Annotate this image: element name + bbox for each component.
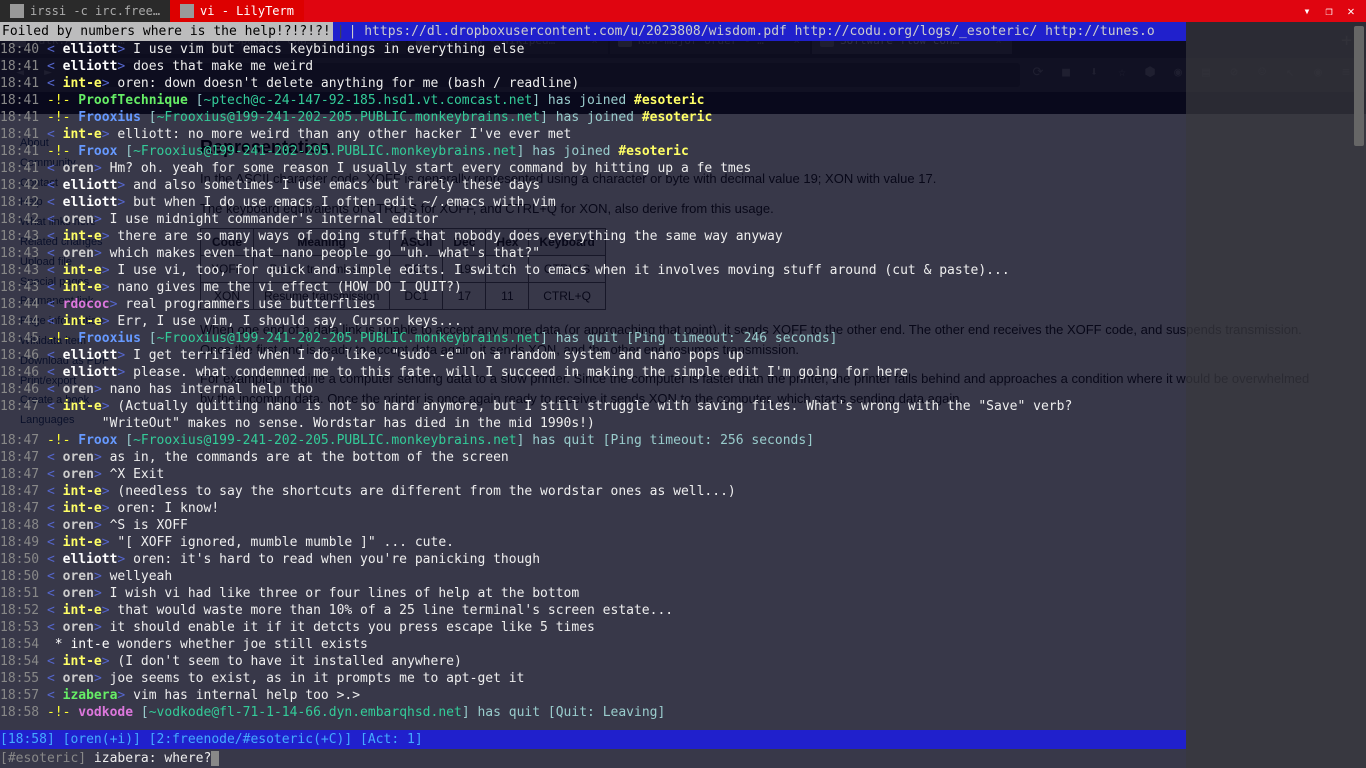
close-button[interactable]: ✕ [1344,4,1358,18]
irc-line: 18:42 < elliott> but when I do use emacs… [0,194,1186,211]
irc-line: 18:47 < int-e> (Actually quitting nano i… [0,398,1186,415]
topic-highlight: Foiled by numbers where is the help!?!?!… [0,22,333,41]
irc-line: 18:47 < oren> ^X Exit [0,466,1186,483]
irc-line: 18:42 < oren> I use midnight commander's… [0,211,1186,228]
irc-line: 18:54 < int-e> (I don't seem to have it … [0,653,1186,670]
irc-line: 18:48 < oren> ^S is XOFF [0,517,1186,534]
irc-line: 18:43 < int-e> there are so many ways of… [0,228,1186,245]
irc-line: 18:54 * int-e wonders whether joe still … [0,636,1186,653]
irc-topic-bar: Foiled by numbers where is the help!?!?!… [0,22,1186,41]
irc-line: 18:45 -!- Frooxius [~Frooxius@199-241-20… [0,330,1186,347]
irc-input-line[interactable]: [#esoteric] izabera: where? [0,749,1186,768]
restore-button[interactable]: ❐ [1322,4,1336,18]
minimize-button[interactable]: ▾ [1300,4,1314,18]
irc-line: 18:41 -!- ProofTechnique [~ptech@c-24-14… [0,92,1186,109]
irc-line: 18:49 < int-e> "[ XOFF ignored, mumble m… [0,534,1186,551]
irc-line: 18:47 < int-e> (needless to say the shor… [0,483,1186,500]
irc-log[interactable]: 18:40 < elliott> I use vim but emacs key… [0,41,1186,730]
irc-line: 18:47 < oren> as in, the commands are at… [0,449,1186,466]
terminal-icon [10,4,24,18]
irc-line: 18:41 < int-e> oren: down doesn't delete… [0,75,1186,92]
irc-line: 18:44 < rdococ> real programmers use but… [0,296,1186,313]
irc-line: 18:50 < elliott> oren: it's hard to read… [0,551,1186,568]
irc-line: 18:57 < izabera> vim has internal help t… [0,687,1186,704]
titlebar-tab-label: vi - LilyTerm [200,4,294,18]
irc-line: 18:44 < int-e> Err, I use vim, I should … [0,313,1186,330]
irc-line: 18:47 -!- Froox [~Frooxius@199-241-202-2… [0,432,1186,449]
cursor [211,751,219,766]
titlebar-tab-label: irssi -c irc.free… [30,4,160,18]
titlebar-tab-vi[interactable]: vi - LilyTerm [170,0,304,22]
irc-line: 18:43 < int-e> I use vi, too, for quick … [0,262,1186,279]
irc-line: 18:40 < elliott> I use vim but emacs key… [0,41,1186,58]
irc-line: 18:41 -!- Froox [~Frooxius@199-241-202-2… [0,143,1186,160]
terminal-icon [180,4,194,18]
titlebar-tab-irssi[interactable]: irssi -c irc.free… [0,0,170,22]
input-text: izabera: where? [94,751,211,766]
irc-terminal: Foiled by numbers where is the help!?!?!… [0,22,1186,768]
irc-line: 18:51 < oren> I wish vi had like three o… [0,585,1186,602]
irc-line: 18:42 < elliott> and also sometimes I us… [0,177,1186,194]
title-bar: irssi -c irc.free… vi - LilyTerm ▾ ❐ ✕ [0,0,1366,22]
irc-line: 18:43 < oren> which makes even that nano… [0,245,1186,262]
input-channel: [#esoteric] [0,751,94,766]
irc-line: 18:41 < elliott> does that make me weird [0,58,1186,75]
irc-line: 18:41 -!- Frooxius [~Frooxius@199-241-20… [0,109,1186,126]
scrollbar-thumb[interactable] [1354,26,1364,146]
irc-line: 18:46 < elliott> please. what condemned … [0,364,1186,381]
irc-line: 18:53 < oren> it should enable it if it … [0,619,1186,636]
status-text: [18:58] [oren(+i)] [2:freenode/#esoteric… [0,732,423,747]
irc-line: 18:50 < oren> wellyeah [0,568,1186,585]
topic-text: | https://dl.dropboxusercontent.com/u/20… [349,22,1155,41]
irc-line: 18:46 < oren> nano has internal help tho [0,381,1186,398]
irc-line: 18:43 < int-e> nano gives me the vi effe… [0,279,1186,296]
irc-line: 18:55 < oren> joe seems to exist, as in … [0,670,1186,687]
irc-status-bar: [18:58] [oren(+i)] [2:freenode/#esoteric… [0,730,1186,749]
irc-line: 18:52 < int-e> that would waste more tha… [0,602,1186,619]
irc-line: 18:47 < int-e> oren: I know! [0,500,1186,517]
irc-line: 18:46 < elliott> I get terrified when I … [0,347,1186,364]
irc-line: 18:41 < oren> Hm? oh. yeah for some reas… [0,160,1186,177]
irc-line: "WriteOut" makes no sense. Wordstar has … [0,415,1186,432]
irc-line: 18:58 -!- vodkode [~vodkode@fl-71-1-14-6… [0,704,1186,721]
irc-line: 18:41 < int-e> elliott: no more weird th… [0,126,1186,143]
background-window-right [1186,22,1366,768]
